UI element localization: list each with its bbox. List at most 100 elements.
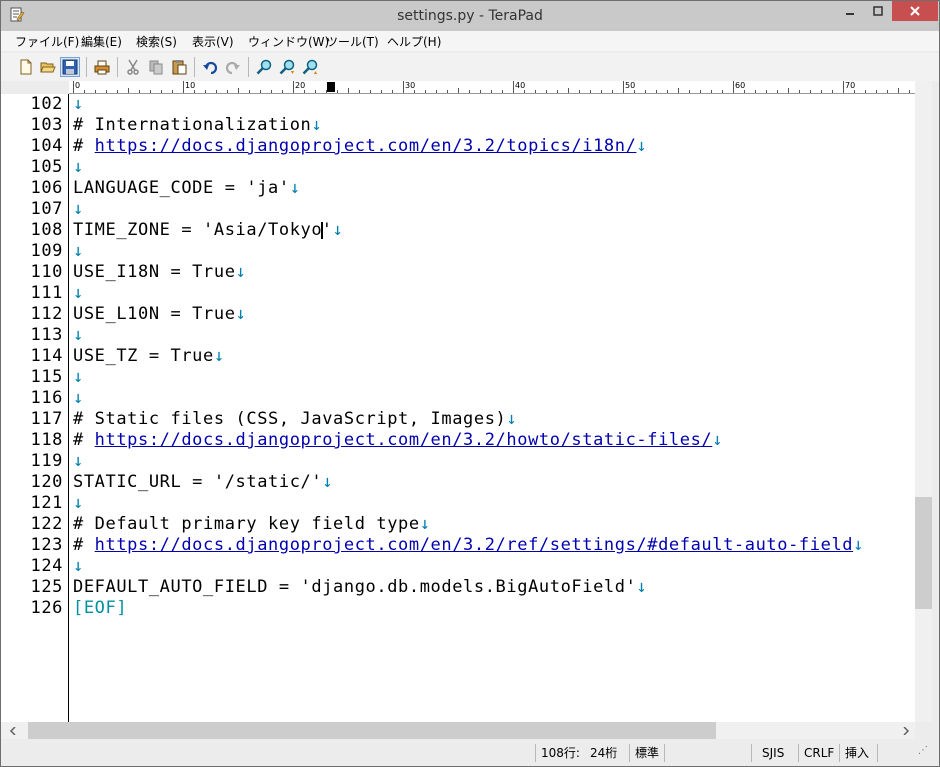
line-content[interactable]: STATIC_URL = '/static/'↓ (73, 472, 333, 493)
cut-button[interactable] (123, 57, 143, 77)
line-content[interactable]: ↓ (73, 493, 84, 514)
line-number: 103 (30, 115, 63, 135)
find-icon (256, 59, 272, 75)
line-content[interactable]: # Static files (CSS, JavaScript, Images)… (73, 409, 517, 430)
line-content[interactable]: ↓ (73, 367, 84, 388)
scroll-right-arrow-icon[interactable] (897, 722, 914, 739)
undo-button[interactable] (200, 57, 220, 77)
ruler-minor-tick (656, 90, 657, 93)
open-folder-icon (40, 62, 56, 73)
ruler-minor-tick (535, 90, 536, 93)
vertical-scrollbar-thumb[interactable] (915, 497, 932, 609)
line-content[interactable]: USE_TZ = True↓ (73, 346, 225, 367)
save-button[interactable] (60, 57, 80, 77)
line-number: 112 (30, 304, 63, 324)
line-content[interactable]: DEFAULT_AUTO_FIELD = 'django.db.models.B… (73, 577, 647, 598)
ruler-minor-tick (788, 88, 789, 93)
find-next-button[interactable] (277, 57, 297, 77)
ruler-minor-tick (117, 90, 118, 93)
copy-button[interactable] (146, 57, 166, 77)
toolbar-separator (194, 57, 195, 77)
line-content[interactable]: ↓ (73, 325, 84, 346)
horizontal-scrollbar[interactable] (1, 722, 915, 739)
line-break-marker: ↓ (73, 241, 84, 261)
line-break-marker: ↓ (506, 409, 518, 429)
paste-button[interactable] (169, 57, 189, 77)
url-link[interactable]: https://docs.djangoproject.com/en/3.2/re… (95, 535, 853, 555)
menu-search[interactable]: 検索(S) (136, 33, 177, 50)
ruler-minor-tick (106, 90, 107, 93)
line-content[interactable]: USE_L10N = True↓ (73, 304, 246, 325)
menu-edit[interactable]: 編集(E) (81, 33, 122, 50)
line-content[interactable]: # Internationalization↓ (73, 115, 322, 136)
line-content[interactable]: ↓ (73, 556, 84, 577)
line-content[interactable]: USE_I18N = True↓ (73, 262, 246, 283)
ruler-minor-tick (568, 88, 569, 93)
ruler-label: 70 (845, 81, 856, 90)
ruler-minor-tick (414, 90, 415, 93)
open-file-button[interactable] (38, 57, 58, 77)
horizontal-scrollbar-thumb[interactable] (28, 722, 716, 739)
ruler-minor-tick (876, 90, 877, 93)
ruler-minor-tick (678, 88, 679, 93)
cut-icon (127, 59, 139, 75)
line-content[interactable]: ↓ (73, 157, 84, 178)
line-break-marker: ↓ (73, 388, 84, 408)
menu-view[interactable]: 表示(V) (192, 33, 234, 50)
toolbar (1, 53, 939, 81)
ruler-minor-tick (392, 90, 393, 93)
line-content[interactable]: ↓ (73, 283, 84, 304)
menu-tools[interactable]: ツール(T) (326, 33, 379, 50)
code-text: DEFAULT_AUTO_FIELD = 'django.db.models.B… (73, 577, 637, 597)
new-file-button[interactable] (16, 57, 36, 77)
status-line: 108行: (541, 746, 580, 760)
ruler-major-tick (293, 81, 294, 93)
menu-help[interactable]: ヘルプ(H) (387, 33, 441, 50)
line-content[interactable]: ↓ (73, 451, 84, 472)
line-content[interactable]: # https://docs.djangoproject.com/en/3.2/… (73, 136, 647, 157)
url-link[interactable]: https://docs.djangoproject.com/en/3.2/to… (95, 136, 637, 156)
menu-file[interactable]: ファイル(F) (15, 33, 79, 50)
line-content[interactable]: ↓ (73, 388, 84, 409)
resize-grip-icon[interactable]: ⋰ (918, 745, 928, 756)
find-previous-button[interactable] (300, 57, 320, 77)
window-title: settings.py - TeraPad (397, 8, 543, 24)
line-content[interactable]: TIME_ZONE = 'Asia/Tokyo'↓ (73, 220, 343, 241)
scroll-left-arrow-icon[interactable] (4, 722, 21, 739)
close-button[interactable] (892, 1, 938, 21)
line-content[interactable]: ↓ (73, 241, 84, 262)
ruler-minor-tick (667, 90, 668, 93)
minimize-icon (846, 13, 854, 15)
line-content[interactable]: # Default primary key field type↓ (73, 514, 431, 535)
title-bar[interactable]: settings.py - TeraPad (1, 1, 939, 31)
ruler-minor-tick (909, 90, 910, 93)
line-content[interactable]: # https://docs.djangoproject.com/en/3.2/… (73, 535, 864, 556)
minimize-button[interactable] (836, 1, 864, 21)
maximize-button[interactable] (864, 1, 892, 21)
url-link[interactable]: https://docs.djangoproject.com/en/3.2/ho… (95, 430, 713, 450)
ruler-major-tick (843, 81, 844, 93)
line-break-marker: ↓ (289, 178, 301, 198)
menu-window[interactable]: ウィンドウ(W) (248, 33, 329, 50)
ruler-minor-tick (194, 90, 195, 93)
line-content[interactable]: LANGUAGE_CODE = 'ja'↓ (73, 178, 301, 199)
ruler-minor-tick (139, 90, 140, 93)
find-button[interactable] (254, 57, 274, 77)
line-content[interactable]: # https://docs.djangoproject.com/en/3.2/… (73, 430, 723, 451)
ruler-minor-tick (271, 90, 272, 93)
ruler-major-tick (733, 81, 734, 93)
line-break-marker: ↓ (73, 94, 84, 114)
line-content[interactable]: ↓ (73, 199, 84, 220)
ruler-minor-tick (315, 90, 316, 93)
find-next-icon (279, 59, 295, 75)
line-content[interactable]: ↓ (73, 94, 84, 115)
redo-button[interactable] (223, 57, 243, 77)
text-editor[interactable]: 102 ↓ 103 # Internationalization↓ 104 # https… (1, 94, 915, 722)
code-text: # (73, 136, 95, 156)
line-content[interactable]: [EOF] (73, 598, 127, 619)
line-number: 119 (30, 451, 63, 471)
print-button[interactable] (92, 57, 112, 77)
new-file-icon (20, 59, 32, 75)
ruler-minor-tick (436, 90, 437, 93)
vertical-scrollbar[interactable] (915, 81, 932, 722)
